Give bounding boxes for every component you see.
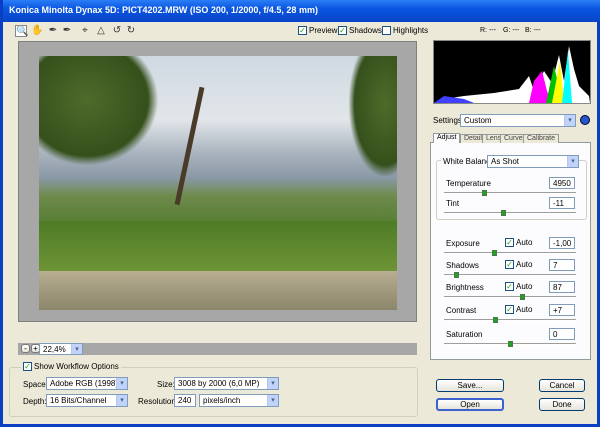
crop-tool-icon[interactable]: ⌖ bbox=[79, 25, 91, 37]
r-readout: R: --- bbox=[480, 27, 496, 34]
title-bar: Konica Minolta Dynax 5D: PICT4202.MRW (I… bbox=[3, 0, 600, 22]
exposure-auto-checkbox[interactable]: ✓ Auto bbox=[505, 238, 533, 248]
shadows-checkbox[interactable]: ✓ Shadows bbox=[338, 26, 382, 36]
chevron-down-icon: ▾ bbox=[267, 395, 278, 406]
tint-slider-thumb[interactable] bbox=[501, 210, 507, 216]
temperature-slider-thumb[interactable] bbox=[481, 190, 487, 196]
save-button[interactable]: Save... bbox=[436, 379, 504, 392]
temperature-slider[interactable] bbox=[444, 190, 576, 196]
temperature-label: Temperature bbox=[446, 179, 491, 188]
saturation-input[interactable]: 0 bbox=[549, 328, 575, 340]
zoom-out-button[interactable]: - bbox=[21, 344, 30, 353]
highlights-checkbox[interactable]: Highlights bbox=[382, 26, 429, 36]
saturation-label: Saturation bbox=[446, 330, 483, 339]
workflow-group bbox=[9, 367, 418, 417]
shadows-input[interactable]: 7 bbox=[549, 259, 575, 271]
exposure-label: Exposure bbox=[446, 239, 480, 248]
size-label: Size: bbox=[157, 380, 175, 389]
g-readout: G: --- bbox=[503, 27, 520, 34]
space-value: Adobe RGB (1998) bbox=[50, 379, 119, 388]
show-workflow-label: Show Workflow Options bbox=[34, 362, 119, 371]
histogram bbox=[433, 40, 591, 104]
auto-label: Auto bbox=[516, 260, 533, 269]
exposure-slider[interactable] bbox=[444, 250, 576, 256]
depth-select[interactable]: 16 Bits/Channel ▾ bbox=[46, 394, 128, 407]
brightness-slider-thumb[interactable] bbox=[519, 294, 525, 300]
shadows-slider-thumb[interactable] bbox=[453, 272, 459, 278]
resolution-input[interactable]: 240 bbox=[174, 394, 196, 407]
white-balance-tool-icon[interactable]: ✒ bbox=[47, 25, 59, 37]
temperature-input[interactable]: 4950 bbox=[549, 177, 575, 189]
depth-value: 16 Bits/Channel bbox=[50, 396, 107, 405]
chevron-down-icon: ▾ bbox=[267, 378, 278, 389]
saturation-slider[interactable] bbox=[444, 341, 576, 347]
auto-label: Auto bbox=[516, 282, 533, 291]
settings-value: Custom bbox=[464, 116, 492, 125]
straighten-tool-icon[interactable]: △ bbox=[95, 25, 107, 37]
tint-slider[interactable] bbox=[444, 210, 576, 216]
size-select[interactable]: 3008 by 2000 (6,0 MP) ▾ bbox=[174, 377, 279, 390]
contrast-input[interactable]: +7 bbox=[549, 304, 575, 316]
resolution-unit-value: pixels/inch bbox=[203, 396, 241, 405]
shadows-label: Shadows bbox=[349, 26, 382, 35]
camera-raw-window: Konica Minolta Dynax 5D: PICT4202.MRW (I… bbox=[0, 0, 600, 427]
zoom-level-select[interactable]: 22,4% ▾ bbox=[39, 343, 83, 355]
exposure-input[interactable]: -1,00 bbox=[549, 237, 575, 249]
hand-tool-icon[interactable]: ✋ bbox=[31, 25, 43, 37]
resolution-unit-select[interactable]: pixels/inch ▾ bbox=[199, 394, 279, 407]
resolution-label: Resolution: bbox=[138, 397, 179, 406]
shadows-auto-checkbox[interactable]: ✓ Auto bbox=[505, 260, 533, 270]
white-balance-group bbox=[436, 160, 587, 220]
brightness-slider[interactable] bbox=[444, 294, 576, 300]
rotate-left-icon[interactable]: ↺ bbox=[111, 25, 123, 37]
brightness-label: Brightness bbox=[446, 283, 484, 292]
auto-label: Auto bbox=[516, 238, 533, 247]
size-value: 3008 by 2000 (6,0 MP) bbox=[178, 379, 260, 388]
image-preview[interactable] bbox=[18, 41, 417, 322]
tab-adjust[interactable]: Adjust bbox=[433, 133, 461, 143]
show-workflow-checkbox[interactable]: ✓ Show Workflow Options bbox=[21, 362, 121, 372]
space-select[interactable]: Adobe RGB (1998) ▾ bbox=[46, 377, 128, 390]
cancel-button[interactable]: Cancel bbox=[539, 379, 585, 392]
highlights-label: Highlights bbox=[393, 26, 429, 35]
contrast-slider[interactable] bbox=[444, 317, 576, 323]
preview-label: Preview bbox=[309, 26, 338, 35]
color-sampler-tool-icon[interactable]: ✒ bbox=[61, 25, 73, 37]
brightness-auto-checkbox[interactable]: ✓ Auto bbox=[505, 282, 533, 292]
shadows-label: Shadows bbox=[446, 261, 479, 270]
open-button[interactable]: Open bbox=[436, 398, 504, 411]
chevron-down-icon: ▾ bbox=[71, 344, 82, 354]
saturation-slider-thumb[interactable] bbox=[508, 341, 513, 347]
tint-input[interactable]: -11 bbox=[549, 197, 575, 209]
photo bbox=[39, 56, 397, 310]
rotate-right-icon[interactable]: ↻ bbox=[125, 25, 137, 37]
zoom-tool-icon[interactable]: 🔍 bbox=[15, 25, 28, 37]
white-balance-value: As Shot bbox=[491, 157, 520, 166]
settings-select[interactable]: Custom ▾ bbox=[460, 114, 576, 127]
chevron-down-icon: ▾ bbox=[564, 115, 575, 126]
contrast-label: Contrast bbox=[446, 306, 477, 315]
done-button[interactable]: Done bbox=[539, 398, 585, 411]
white-balance-select[interactable]: As Shot ▾ bbox=[487, 155, 579, 168]
space-label: Space: bbox=[23, 380, 48, 389]
brightness-input[interactable]: 87 bbox=[549, 281, 575, 293]
tint-label: Tint bbox=[446, 199, 460, 208]
exposure-slider-thumb[interactable] bbox=[492, 250, 498, 256]
contrast-auto-checkbox[interactable]: ✓ Auto bbox=[505, 305, 533, 315]
contrast-slider-thumb[interactable] bbox=[493, 317, 499, 323]
shadows-slider[interactable] bbox=[444, 272, 576, 278]
preview-checkbox[interactable]: ✓ Preview bbox=[298, 26, 338, 36]
chevron-down-icon: ▾ bbox=[116, 395, 127, 406]
chevron-down-icon: ▾ bbox=[567, 156, 578, 167]
auto-label: Auto bbox=[516, 305, 533, 314]
b-readout: B: --- bbox=[525, 27, 541, 34]
chevron-down-icon: ▾ bbox=[116, 378, 127, 389]
tab-calibrate[interactable]: Calibrate bbox=[523, 134, 560, 143]
depth-label: Depth: bbox=[23, 397, 47, 406]
settings-menu-icon[interactable] bbox=[580, 115, 590, 125]
zoom-level-value: 22,4% bbox=[43, 345, 66, 354]
histogram-plot bbox=[434, 46, 590, 103]
